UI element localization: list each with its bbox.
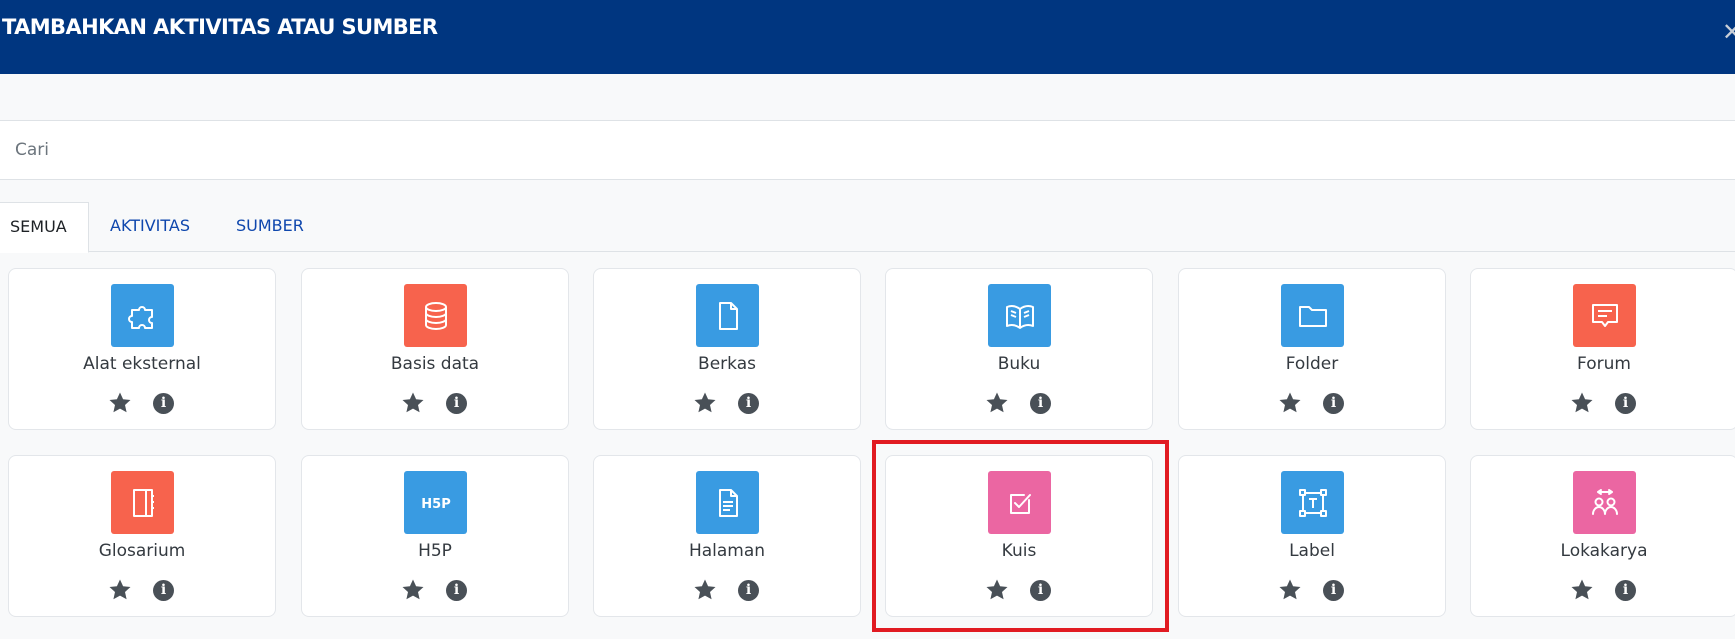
svg-text:H5P: H5P bbox=[421, 497, 450, 512]
module-card-file[interactable]: Berkas i bbox=[593, 268, 861, 430]
module-card-external-tool[interactable]: Alat eksternal i bbox=[8, 268, 276, 430]
workshop-icon bbox=[1573, 471, 1636, 534]
star-icon[interactable] bbox=[401, 391, 425, 415]
tab-bar: SEMUA AKTIVITAS SUMBER bbox=[0, 202, 1735, 253]
star-icon[interactable] bbox=[1570, 391, 1594, 415]
page-icon bbox=[696, 471, 759, 534]
module-label: Folder bbox=[1285, 354, 1339, 374]
info-icon[interactable]: i bbox=[446, 580, 467, 601]
module-label: Alat eksternal bbox=[83, 354, 201, 374]
module-card-workshop[interactable]: Lokakarya i bbox=[1470, 455, 1735, 617]
module-card-forum[interactable]: Forum i bbox=[1470, 268, 1735, 430]
info-icon[interactable]: i bbox=[738, 393, 759, 414]
info-icon[interactable]: i bbox=[153, 393, 174, 414]
info-icon[interactable]: i bbox=[1323, 580, 1344, 601]
label-icon bbox=[1281, 471, 1344, 534]
info-icon[interactable]: i bbox=[738, 580, 759, 601]
module-card-folder[interactable]: Folder i bbox=[1178, 268, 1446, 430]
module-label: Halaman bbox=[688, 541, 766, 561]
module-label: H5P bbox=[418, 541, 452, 561]
star-icon[interactable] bbox=[693, 578, 717, 602]
info-icon[interactable]: i bbox=[153, 580, 174, 601]
tab-all[interactable]: SEMUA bbox=[0, 202, 89, 253]
folder-icon bbox=[1281, 284, 1344, 347]
star-icon[interactable] bbox=[1278, 391, 1302, 415]
module-card-book[interactable]: Buku i bbox=[885, 268, 1153, 430]
module-label: Lokakarya bbox=[1560, 541, 1648, 561]
module-label: Berkas bbox=[698, 354, 756, 374]
search-bar bbox=[0, 120, 1735, 180]
module-label: Basis data bbox=[390, 354, 480, 374]
module-card-page[interactable]: Halaman i bbox=[593, 455, 861, 617]
quiz-highlight-box bbox=[872, 440, 1169, 632]
star-icon[interactable] bbox=[1570, 578, 1594, 602]
star-icon[interactable] bbox=[108, 578, 132, 602]
module-card-database[interactable]: Basis data i bbox=[301, 268, 569, 430]
module-card-label[interactable]: Label i bbox=[1178, 455, 1446, 617]
module-label: Buku bbox=[997, 354, 1041, 374]
info-icon[interactable]: i bbox=[1030, 393, 1051, 414]
close-icon[interactable]: ✕ bbox=[1722, 20, 1735, 44]
info-icon[interactable]: i bbox=[1615, 580, 1636, 601]
star-icon[interactable] bbox=[985, 391, 1009, 415]
module-label: Label bbox=[1289, 541, 1335, 561]
info-icon[interactable]: i bbox=[446, 393, 467, 414]
puzzle-icon bbox=[111, 284, 174, 347]
book-icon bbox=[988, 284, 1051, 347]
star-icon[interactable] bbox=[1278, 578, 1302, 602]
module-label: Forum bbox=[1577, 354, 1631, 374]
modal-header: TAMBAHKAN AKTIVITAS ATAU SUMBER ✕ bbox=[0, 0, 1735, 74]
star-icon[interactable] bbox=[401, 578, 425, 602]
forum-icon bbox=[1573, 284, 1636, 347]
module-label: Glosarium bbox=[98, 541, 186, 561]
module-card-glossary[interactable]: Glosarium i bbox=[8, 455, 276, 617]
module-card-h5p[interactable]: H5P H5P i bbox=[301, 455, 569, 617]
star-icon[interactable] bbox=[108, 391, 132, 415]
search-input[interactable] bbox=[0, 121, 1735, 179]
h5p-icon: H5P bbox=[404, 471, 467, 534]
info-icon[interactable]: i bbox=[1323, 393, 1344, 414]
glossary-icon bbox=[111, 471, 174, 534]
file-icon bbox=[696, 284, 759, 347]
modal-title: TAMBAHKAN AKTIVITAS ATAU SUMBER bbox=[2, 15, 438, 39]
star-icon[interactable] bbox=[693, 391, 717, 415]
tab-activities[interactable]: AKTIVITAS bbox=[100, 202, 200, 252]
tab-resources[interactable]: SUMBER bbox=[226, 202, 314, 252]
database-icon bbox=[404, 284, 467, 347]
info-icon[interactable]: i bbox=[1615, 393, 1636, 414]
